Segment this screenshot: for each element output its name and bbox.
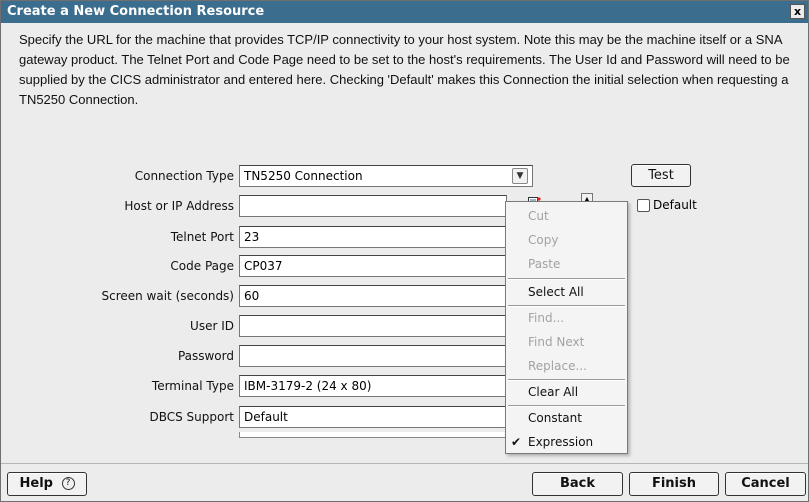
back-button[interactable]: Back (532, 472, 623, 496)
dbcs-support-row: DBCS Support Default ▼ (1, 406, 809, 428)
test-button[interactable]: Test (631, 164, 691, 187)
host-label: Host or IP Address (124, 199, 234, 213)
chevron-down-icon[interactable]: ▼ (512, 168, 528, 184)
screen-wait-input[interactable]: 60 (239, 285, 507, 307)
partial-field (239, 432, 533, 438)
menu-item-constant[interactable]: Constant (506, 406, 627, 430)
connection-type-select[interactable]: TN5250 Connection ▼ (239, 165, 533, 187)
dbcs-support-value: Default (244, 410, 288, 424)
menu-item-replace[interactable]: Replace... (506, 354, 627, 378)
menu-item-expression-label: Expression (528, 435, 594, 449)
menu-item-clear-all[interactable]: Clear All (506, 380, 627, 404)
terminal-type-row: Terminal Type IBM-3179-2 (24 x 80) ▼ (1, 375, 809, 397)
code-page-label: Code Page (170, 259, 234, 273)
context-menu: Cut Copy Paste Select All Find... Find N… (505, 201, 628, 454)
help-button-label: Help (19, 476, 53, 491)
screen-wait-row: Screen wait (seconds) 60 (1, 285, 809, 307)
telnet-port-row: Telnet Port 23 (1, 226, 809, 248)
cancel-button[interactable]: Cancel (725, 472, 806, 496)
dialog-window: Create a New Connection Resource x Speci… (0, 0, 809, 502)
code-page-value: CP037 (244, 259, 283, 273)
terminal-type-value: IBM-3179-2 (24 x 80) (244, 379, 372, 393)
menu-item-select-all[interactable]: Select All (506, 280, 627, 304)
code-page-row: Code Page CP037 ▼ (1, 255, 809, 277)
default-checkbox-label: Default (653, 198, 697, 212)
user-id-row: User ID (1, 315, 809, 337)
dbcs-support-select[interactable]: Default ▼ (239, 406, 533, 428)
menu-item-copy[interactable]: Copy (506, 228, 627, 252)
menu-item-find[interactable]: Find... (506, 306, 627, 330)
password-input[interactable] (239, 345, 507, 367)
terminal-type-label: Terminal Type (151, 379, 234, 393)
terminal-type-select[interactable]: IBM-3179-2 (24 x 80) ▼ (239, 375, 533, 397)
dbcs-support-label: DBCS Support (149, 410, 234, 424)
menu-item-paste[interactable]: Paste (506, 252, 627, 276)
finish-button[interactable]: Finish (629, 472, 719, 496)
user-id-label: User ID (190, 319, 234, 333)
instructions-text: Specify the URL for the machine that pro… (19, 32, 790, 107)
code-page-select[interactable]: CP037 ▼ (239, 255, 533, 277)
telnet-port-label: Telnet Port (170, 230, 234, 244)
screen-wait-label: Screen wait (seconds) (101, 289, 234, 303)
window-title: Create a New Connection Resource (7, 4, 265, 19)
user-id-input[interactable] (239, 315, 507, 337)
menu-item-cut[interactable]: Cut (506, 204, 627, 228)
connection-type-label: Connection Type (134, 169, 234, 183)
title-bar: Create a New Connection Resource x (1, 1, 808, 23)
checkmark-icon: ✔ (511, 435, 522, 449)
connection-type-value: TN5250 Connection (244, 169, 363, 183)
footer-divider (1, 463, 808, 464)
password-label: Password (177, 349, 234, 363)
host-input[interactable] (239, 195, 507, 217)
password-row: Password (1, 345, 809, 367)
help-button[interactable]: Help ? (7, 472, 87, 496)
question-circle-icon: ? (61, 477, 75, 490)
close-button[interactable]: x (790, 4, 805, 19)
telnet-port-input[interactable]: 23 (239, 226, 507, 248)
menu-item-find-next[interactable]: Find Next (506, 330, 627, 354)
default-checkbox[interactable] (637, 199, 650, 212)
menu-item-expression[interactable]: ✔ Expression (506, 430, 627, 454)
